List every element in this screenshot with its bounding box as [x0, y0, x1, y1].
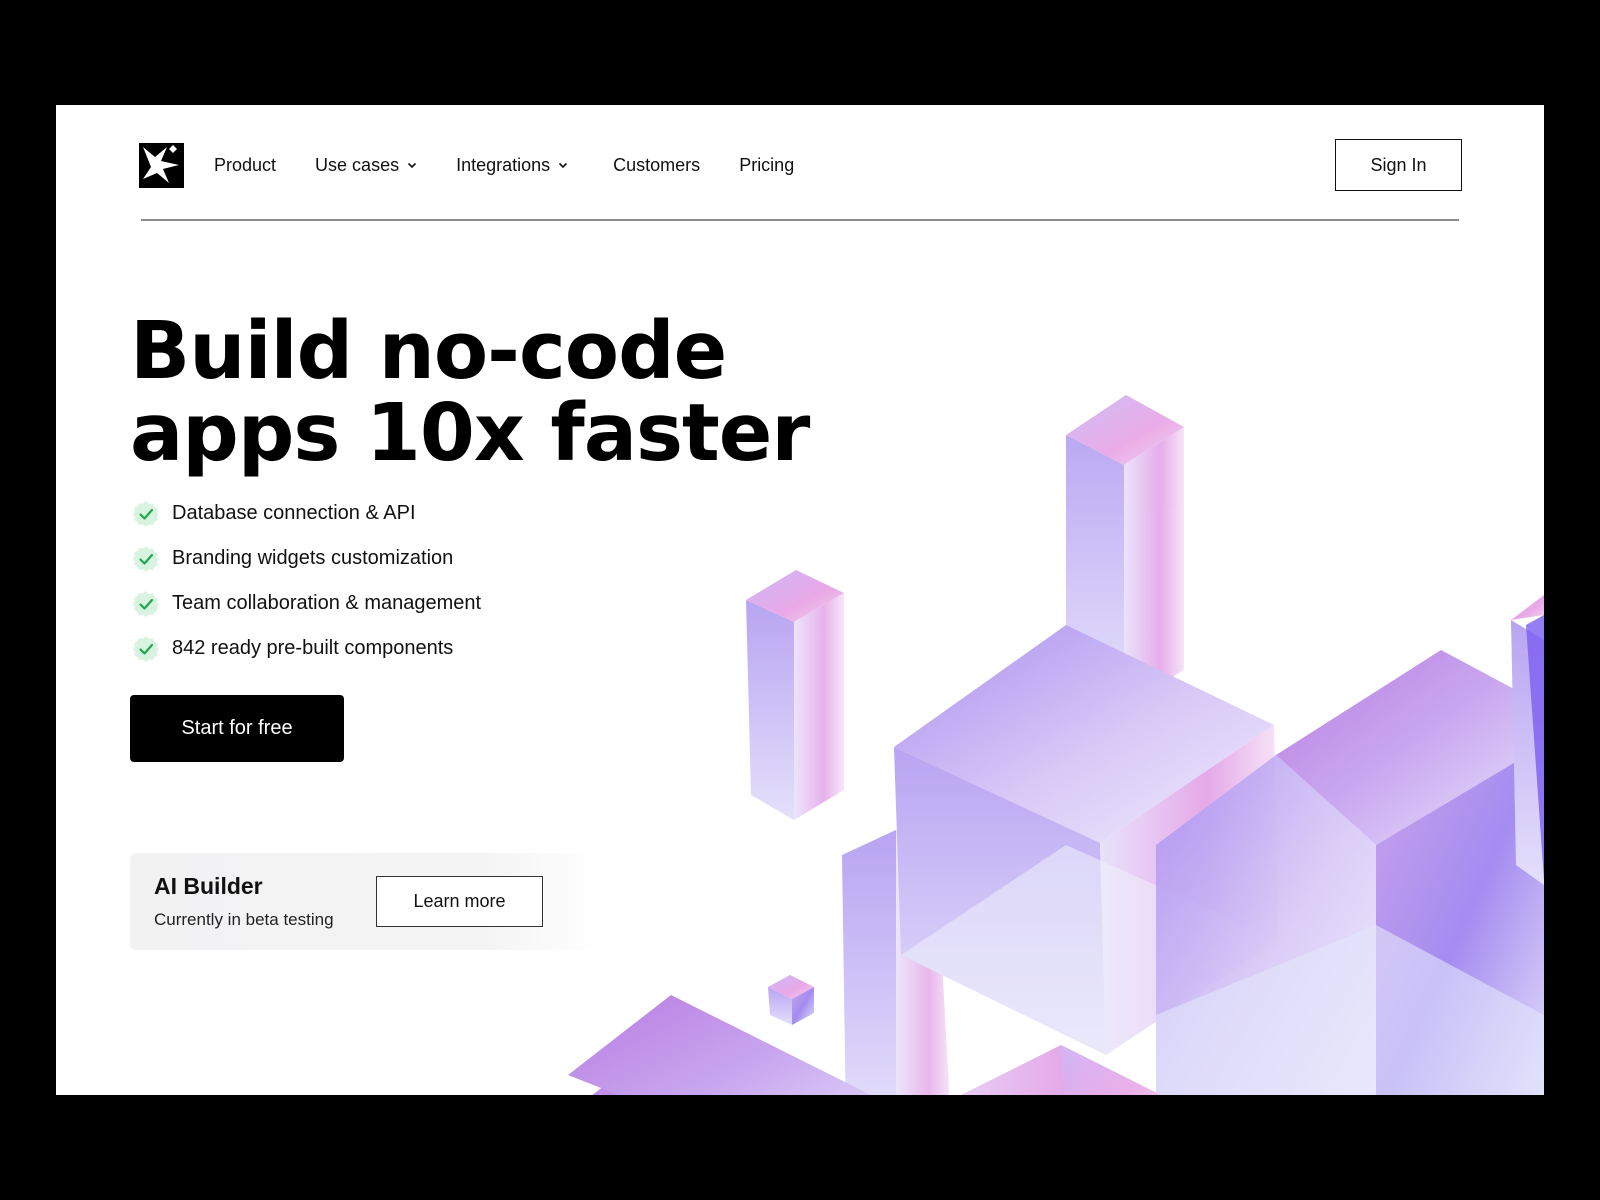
nav-item-label: Use cases: [315, 154, 400, 175]
nav-item-product[interactable]: Product: [214, 151, 276, 179]
header-divider: [141, 219, 1459, 221]
nav-menu: Product Use cases Integrations Customers…: [214, 151, 833, 179]
feature-label: 842 ready pre-built components: [172, 637, 454, 659]
ai-builder-title: AI Builder: [154, 873, 263, 899]
check-badge-icon: [133, 500, 159, 527]
start-for-free-button[interactable]: Start for free: [130, 695, 344, 762]
check-badge-icon: [133, 545, 159, 572]
glass-prism: [1511, 595, 1544, 885]
list-item: Branding widgets customization: [132, 536, 481, 581]
check-badge-icon: [133, 635, 159, 662]
chevron-down-icon: [408, 162, 417, 169]
chevron-down-icon: [559, 162, 568, 169]
list-item: 842 ready pre-built components: [132, 626, 481, 671]
landing-page: Product Use cases Integrations Customers…: [56, 105, 1544, 1095]
nav-item-integrations[interactable]: Integrations: [456, 151, 568, 179]
nav-item-pricing[interactable]: Pricing: [739, 151, 794, 179]
check-badge-icon: [133, 590, 159, 617]
list-item: Team collaboration & management: [132, 581, 481, 626]
nav-item-label: Pricing: [739, 154, 795, 175]
top-navigation: Product Use cases Integrations Customers…: [56, 105, 1544, 221]
sparkle-logo-icon[interactable]: [139, 143, 184, 188]
feature-label: Branding widgets customization: [172, 547, 454, 569]
nav-item-use-cases[interactable]: Use cases: [315, 151, 417, 179]
nav-item-label: Customers: [613, 154, 701, 175]
ai-builder-subtitle: Currently in beta testing: [154, 910, 334, 929]
list-item: Database connection & API: [132, 491, 481, 536]
glass-mini-cube: [768, 975, 814, 1025]
feature-label: Team collaboration & management: [172, 592, 482, 614]
nav-item-label: Integrations: [456, 154, 551, 175]
feature-label: Database connection & API: [172, 502, 416, 524]
nav-item-label: Product: [214, 154, 277, 175]
sign-in-button[interactable]: Sign In: [1335, 139, 1462, 191]
glass-cubes-illustration: [568, 395, 1544, 1095]
feature-list: Database connection & API Branding widge…: [132, 491, 481, 671]
nav-item-customers[interactable]: Customers: [613, 151, 700, 179]
glass-prism: [746, 570, 844, 820]
